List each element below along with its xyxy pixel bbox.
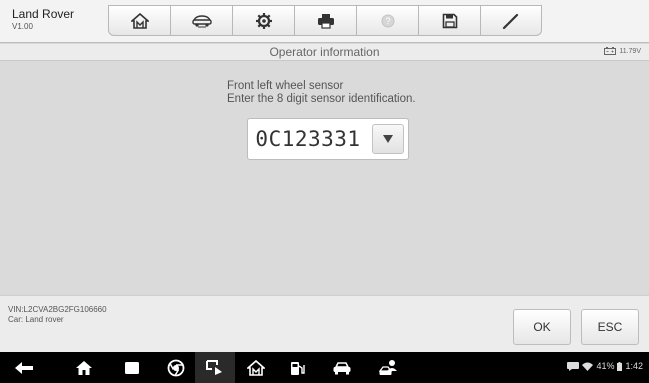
system-navigation-bar: 41% 1:42: [0, 352, 649, 383]
instruction-text: Enter the 8 digit sensor identification.: [227, 93, 416, 105]
home-button[interactable]: [108, 5, 170, 36]
vehicle-details: VIN:L2CVA2BG2FG106660 Car: Land rover: [8, 305, 107, 325]
system-status-area: 41% 1:42: [567, 361, 643, 371]
vehicle-make: Land Rover: [12, 7, 75, 21]
diagnostics-home-shortcut[interactable]: [240, 352, 272, 383]
sensor-id-select[interactable]: 0C123331: [247, 118, 409, 160]
chat-icon: [567, 361, 580, 371]
instruction-message: Front left wheel sensor Enter the 8 digi…: [227, 80, 416, 106]
back-arrow-icon: [15, 361, 33, 374]
device-battery-icon: [617, 361, 623, 371]
screen-capture-button[interactable]: [195, 352, 235, 383]
printer-icon: [317, 13, 334, 29]
car-icon: [333, 361, 351, 374]
remote-support-icon: [379, 359, 397, 375]
help-button[interactable]: ?: [356, 5, 418, 36]
vehicle-shortcut[interactable]: [326, 352, 358, 383]
car-text: Car: Land rover: [8, 315, 64, 324]
wifi-icon: [582, 362, 594, 371]
print-button[interactable]: [294, 5, 356, 36]
home-m-icon: [247, 359, 265, 376]
vin-text: VIN:L2CVA2BG2FG106660: [8, 305, 107, 314]
settings-button[interactable]: [232, 5, 294, 36]
android-home-button[interactable]: [68, 352, 100, 383]
vehicle-info: Land Rover V1.00: [12, 7, 75, 32]
remote-support-shortcut[interactable]: [374, 352, 408, 383]
pen-icon: [502, 13, 519, 29]
browser-button[interactable]: [160, 352, 192, 383]
sensor-id-value[interactable]: 0C123331: [248, 119, 368, 159]
triangle-down-icon: [383, 135, 393, 143]
screen-title-bar: Operator information 11.79V: [0, 44, 649, 61]
service-shortcut[interactable]: [282, 352, 314, 383]
footer-bar: VIN:L2CVA2BG2FG106660 Car: Land rover OK…: [0, 295, 649, 352]
vehicle-battery-indicator: 11.79V: [604, 47, 641, 55]
car-battery-icon: [604, 47, 617, 55]
app-window: Land Rover V1.00 ? Operator information …: [0, 0, 649, 383]
ok-button[interactable]: OK: [513, 309, 571, 345]
top-toolbar: Land Rover V1.00 ?: [0, 0, 649, 43]
screen-title: Operator information: [269, 45, 380, 59]
fuel-pump-icon: [291, 361, 305, 375]
vehicle-swap-icon: [191, 14, 212, 27]
help-icon: ?: [381, 14, 394, 27]
main-content: Front left wheel sensor Enter the 8 digi…: [0, 62, 649, 295]
clock: 1:42: [625, 361, 643, 371]
back-button[interactable]: [8, 352, 40, 383]
home-icon: [130, 12, 149, 29]
browser-icon: [167, 359, 185, 376]
battery-voltage: 11.79V: [619, 47, 641, 55]
save-icon: [442, 13, 457, 28]
save-button[interactable]: [418, 5, 480, 36]
svg-text:?: ?: [385, 16, 390, 26]
edit-button[interactable]: [480, 5, 542, 36]
recent-apps-icon: [125, 361, 139, 374]
sensor-id-dropdown-button[interactable]: [372, 124, 404, 154]
settings-gear-icon: [255, 12, 272, 29]
house-icon: [76, 360, 92, 375]
battery-percent: 41%: [596, 361, 615, 371]
vehicle-swap-button[interactable]: [170, 5, 232, 36]
screen-capture-icon: [206, 359, 222, 375]
sensor-position-text: Front left wheel sensor: [227, 80, 344, 92]
recent-apps-button[interactable]: [116, 352, 148, 383]
esc-button[interactable]: ESC: [581, 309, 639, 345]
toolbar-buttons: ?: [108, 5, 542, 36]
software-version: V1.00: [12, 22, 33, 31]
